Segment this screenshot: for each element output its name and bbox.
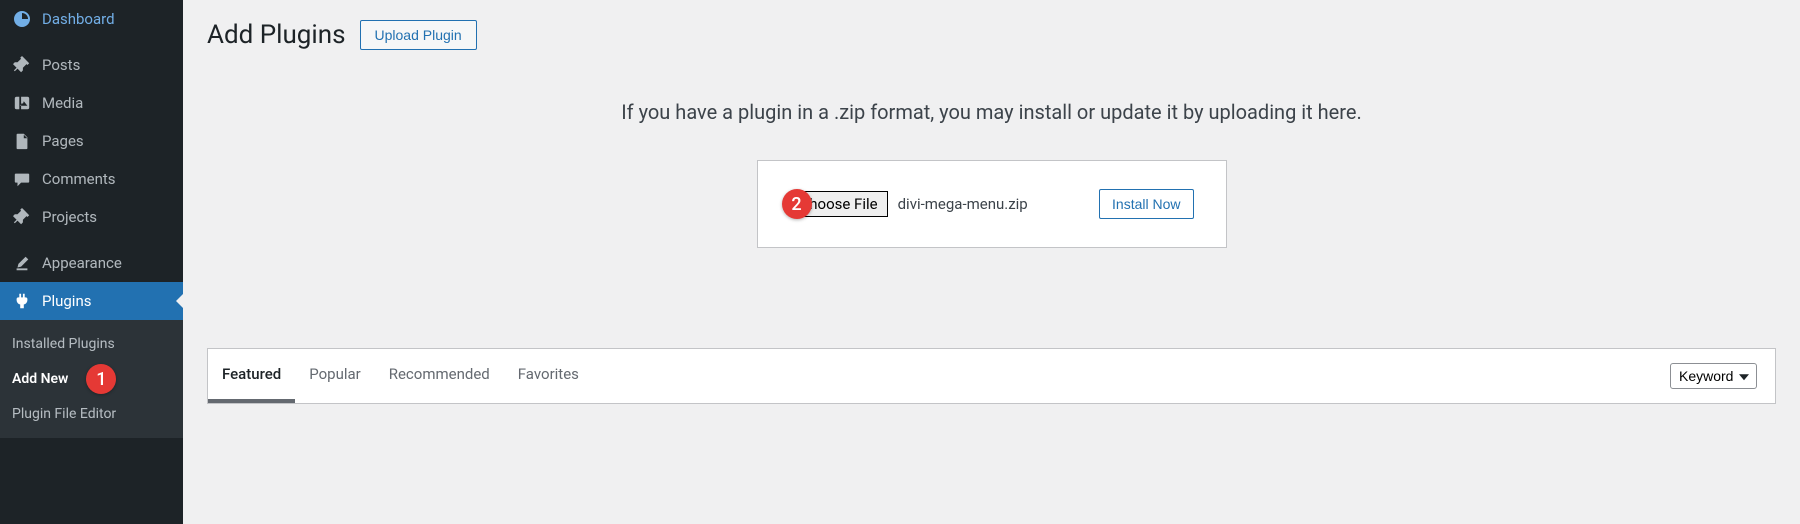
sidebar-item-pages[interactable]: Pages <box>0 122 183 160</box>
annotation-marker-2: 2 <box>782 189 812 219</box>
tab-favorites[interactable]: Favorites <box>504 349 593 403</box>
comments-icon <box>12 169 32 189</box>
tab-featured[interactable]: Featured <box>208 349 295 403</box>
sidebar-item-appearance[interactable]: Appearance <box>0 244 183 282</box>
sidebar-item-plugins[interactable]: Plugins <box>0 282 183 320</box>
sidebar-label: Plugins <box>42 292 91 310</box>
page-title: Add Plugins <box>207 20 346 50</box>
pin-icon <box>12 55 32 75</box>
search-type-select[interactable]: Keyword <box>1670 363 1757 389</box>
media-icon <box>12 93 32 113</box>
sidebar-item-media[interactable]: Media <box>0 84 183 122</box>
dashboard-icon <box>12 9 32 29</box>
upload-helper-text: If you have a plugin in a .zip format, y… <box>207 100 1776 124</box>
sidebar-label: Appearance <box>42 254 122 272</box>
submenu-add-new[interactable]: Add New 1 <box>0 358 183 400</box>
selected-file-name: divi-mega-menu.zip <box>898 195 1028 213</box>
sidebar-item-projects[interactable]: Projects <box>0 198 183 236</box>
tab-recommended[interactable]: Recommended <box>375 349 504 403</box>
filter-bar: Featured Popular Recommended Favorites K… <box>207 348 1776 404</box>
sidebar-label: Media <box>42 94 83 112</box>
upload-box: 2 Choose File divi-mega-menu.zip Install… <box>757 160 1227 248</box>
main-content: Add Plugins Upload Plugin If you have a … <box>183 0 1800 524</box>
sidebar-label: Dashboard <box>42 10 115 28</box>
admin-sidebar: Dashboard Posts Media Pages Comments Pro… <box>0 0 183 524</box>
install-now-button[interactable]: Install Now <box>1099 189 1193 219</box>
plugins-submenu: Installed Plugins Add New 1 Plugin File … <box>0 320 183 438</box>
sidebar-label: Projects <box>42 208 97 226</box>
pages-icon <box>12 131 32 151</box>
submenu-plugin-file-editor[interactable]: Plugin File Editor <box>0 400 183 428</box>
page-header: Add Plugins Upload Plugin <box>207 20 1776 50</box>
sidebar-label: Pages <box>42 132 84 150</box>
upload-plugin-button[interactable]: Upload Plugin <box>360 20 477 50</box>
plugins-icon <box>12 291 32 311</box>
sidebar-item-dashboard[interactable]: Dashboard <box>0 0 183 38</box>
submenu-installed-plugins[interactable]: Installed Plugins <box>0 330 183 358</box>
tab-popular[interactable]: Popular <box>295 349 375 403</box>
sidebar-item-posts[interactable]: Posts <box>0 46 183 84</box>
sidebar-item-comments[interactable]: Comments <box>0 160 183 198</box>
sidebar-label: Posts <box>42 56 80 74</box>
annotation-marker-1: 1 <box>86 364 116 394</box>
appearance-icon <box>12 253 32 273</box>
pin-icon <box>12 207 32 227</box>
sidebar-label: Comments <box>42 170 116 188</box>
filter-tabs: Featured Popular Recommended Favorites <box>208 349 593 403</box>
